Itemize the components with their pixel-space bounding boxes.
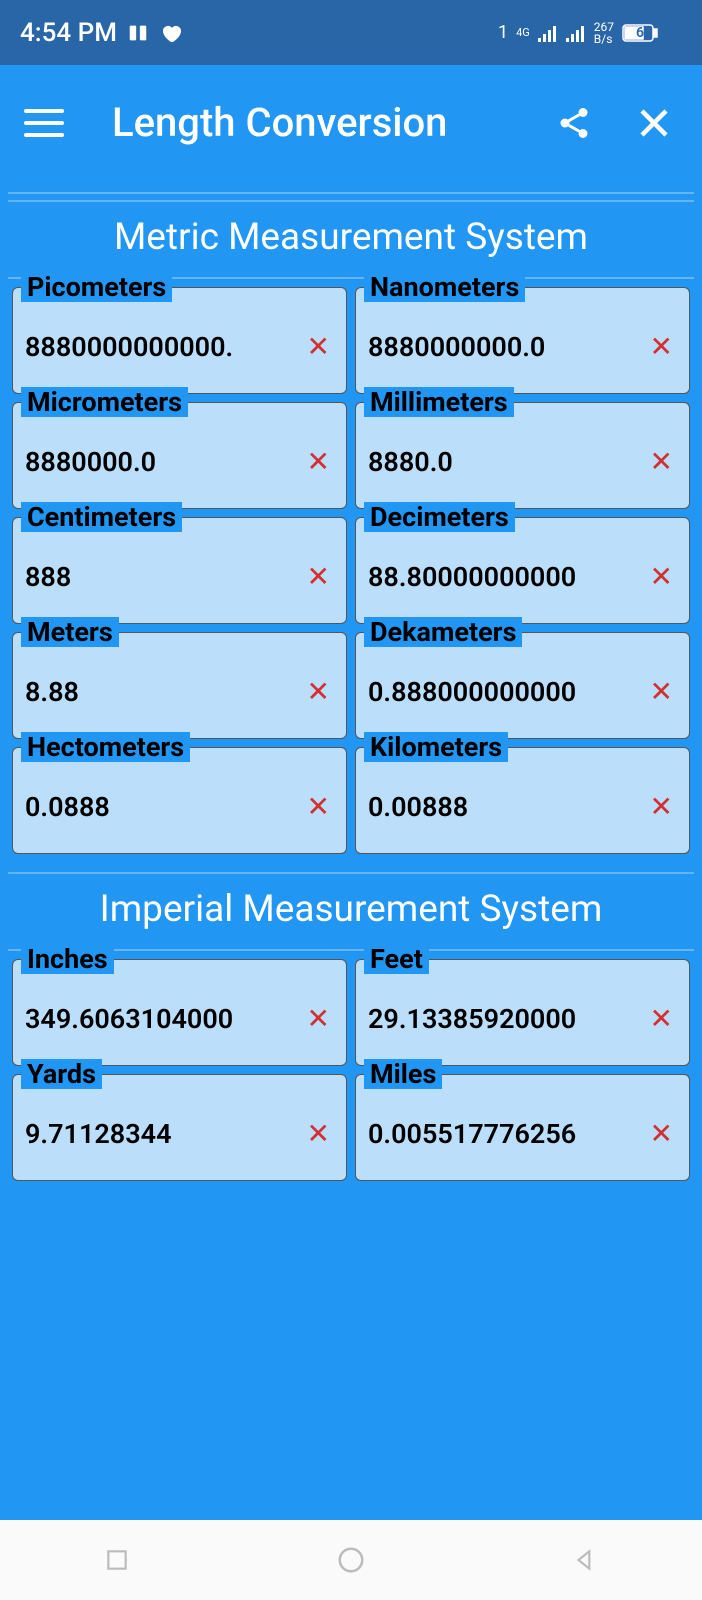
share-icon[interactable]	[550, 99, 598, 147]
field-picometers[interactable]: Picometers 8880000000000. ✕	[12, 287, 347, 394]
clear-icon[interactable]: ✕	[303, 1117, 334, 1150]
clear-icon[interactable]: ✕	[303, 445, 334, 478]
label-picometers: Picometers	[21, 272, 172, 302]
value-micrometers[interactable]: 8880000.0	[25, 446, 303, 478]
network-type: 4G	[516, 27, 530, 38]
value-nanometers[interactable]: 8880000000.0	[368, 331, 646, 363]
close-icon[interactable]	[630, 99, 678, 147]
status-time: 4:54 PM	[20, 18, 117, 48]
value-miles[interactable]: 0.005517776256	[368, 1118, 646, 1150]
label-kilometers: Kilometers	[364, 732, 508, 762]
value-yards[interactable]: 9.71128344	[25, 1118, 303, 1150]
label-yards: Yards	[21, 1059, 102, 1089]
label-inches: Inches	[21, 944, 114, 974]
value-hectometers[interactable]: 0.0888	[25, 791, 303, 823]
clear-icon[interactable]: ✕	[646, 560, 677, 593]
value-picometers[interactable]: 8880000000000.	[25, 331, 303, 363]
field-hectometers[interactable]: Hectometers 0.0888 ✕	[12, 747, 347, 854]
label-centimeters: Centimeters	[21, 502, 182, 532]
signal-icon-2	[566, 24, 586, 42]
value-millimeters[interactable]: 8880.0	[368, 446, 646, 478]
system-nav-bar	[0, 1520, 702, 1600]
menu-icon[interactable]	[24, 103, 64, 143]
field-yards[interactable]: Yards 9.71128344 ✕	[12, 1074, 347, 1181]
section-header-metric: Metric Measurement System	[0, 202, 702, 277]
label-dekameters: Dekameters	[364, 617, 522, 647]
app-bar: Length Conversion	[0, 65, 702, 180]
field-dekameters[interactable]: Dekameters 0.888000000000 ✕	[355, 632, 690, 739]
value-dekameters[interactable]: 0.888000000000	[368, 676, 646, 708]
recent-apps-button[interactable]	[97, 1540, 137, 1580]
field-miles[interactable]: Miles 0.005517776256 ✕	[355, 1074, 690, 1181]
app-icon-1	[127, 22, 149, 44]
label-micrometers: Micrometers	[21, 387, 188, 417]
imperial-grid: Inches 349.6063104000 ✕ Feet 29.13385920…	[0, 951, 702, 1181]
clear-icon[interactable]: ✕	[303, 1002, 334, 1035]
data-rate: 267 B/s	[594, 21, 614, 45]
value-decimeters[interactable]: 88.80000000000	[368, 561, 646, 593]
field-decimeters[interactable]: Decimeters 88.80000000000 ✕	[355, 517, 690, 624]
value-inches[interactable]: 349.6063104000	[25, 1003, 303, 1035]
clear-icon[interactable]: ✕	[646, 445, 677, 478]
status-left: 4:54 PM	[20, 18, 183, 48]
value-kilometers[interactable]: 0.00888	[368, 791, 646, 823]
back-button[interactable]	[565, 1540, 605, 1580]
value-centimeters[interactable]: 888	[25, 561, 303, 593]
clear-icon[interactable]: ✕	[646, 330, 677, 363]
field-kilometers[interactable]: Kilometers 0.00888 ✕	[355, 747, 690, 854]
clear-icon[interactable]: ✕	[646, 1002, 677, 1035]
field-micrometers[interactable]: Micrometers 8880000.0 ✕	[12, 402, 347, 509]
field-nanometers[interactable]: Nanometers 8880000000.0 ✕	[355, 287, 690, 394]
clear-icon[interactable]: ✕	[646, 675, 677, 708]
clear-icon[interactable]: ✕	[646, 1117, 677, 1150]
sim-indicator: 1	[498, 22, 508, 43]
section-header-imperial: Imperial Measurement System	[0, 874, 702, 949]
value-meters[interactable]: 8.88	[25, 676, 303, 708]
clear-icon[interactable]: ✕	[303, 560, 334, 593]
label-hectometers: Hectometers	[21, 732, 190, 762]
label-decimeters: Decimeters	[364, 502, 515, 532]
label-nanometers: Nanometers	[364, 272, 525, 302]
clear-icon[interactable]: ✕	[303, 790, 334, 823]
value-feet[interactable]: 29.13385920000	[368, 1003, 646, 1035]
field-inches[interactable]: Inches 349.6063104000 ✕	[12, 959, 347, 1066]
battery-percent: 62	[636, 25, 652, 41]
home-button[interactable]	[331, 1540, 371, 1580]
signal-icon-1	[538, 24, 558, 42]
status-right: 1 4G 267 B/s 62	[498, 21, 682, 45]
field-millimeters[interactable]: Millimeters 8880.0 ✕	[355, 402, 690, 509]
field-centimeters[interactable]: Centimeters 888 ✕	[12, 517, 347, 624]
field-meters[interactable]: Meters 8.88 ✕	[12, 632, 347, 739]
label-feet: Feet	[364, 944, 429, 974]
clear-icon[interactable]: ✕	[646, 790, 677, 823]
metric-grid: Picometers 8880000000000. ✕ Nanometers 8…	[0, 279, 702, 854]
status-bar: 4:54 PM 1 4G 267 B/s 62	[0, 0, 702, 65]
field-feet[interactable]: Feet 29.13385920000 ✕	[355, 959, 690, 1066]
label-miles: Miles	[364, 1059, 442, 1089]
label-meters: Meters	[21, 617, 119, 647]
app-title: Length Conversion	[112, 99, 550, 146]
clear-icon[interactable]: ✕	[303, 330, 334, 363]
clear-icon[interactable]: ✕	[303, 675, 334, 708]
content: Metric Measurement System Picometers 888…	[0, 180, 702, 1520]
heart-icon	[159, 21, 183, 45]
label-millimeters: Millimeters	[364, 387, 514, 417]
